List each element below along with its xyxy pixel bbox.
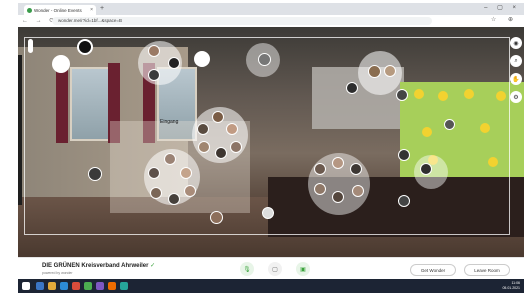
get-wonder-label: Get Wonder xyxy=(420,267,446,273)
user-avatar[interactable] xyxy=(88,167,102,181)
taskbar-app-icon[interactable] xyxy=(108,282,116,290)
taskbar-app-icon[interactable] xyxy=(96,282,104,290)
wonder-room-canvas[interactable]: Eingang ◉ ⌕ ✋ ⚙ xyxy=(18,27,524,257)
tab-close-icon[interactable]: × xyxy=(90,7,93,13)
org-extra-icon: ✓ xyxy=(150,263,156,269)
user-avatar[interactable] xyxy=(332,157,344,169)
taskbar-date: 05.01.2021 xyxy=(502,286,520,290)
user-avatar[interactable] xyxy=(226,123,238,135)
taskbar-app-icon[interactable] xyxy=(36,282,44,290)
org-name-bold: DIE GRÜNEN xyxy=(42,263,80,269)
window-controls[interactable]: – ▢ × xyxy=(484,4,520,11)
windows-start-icon[interactable] xyxy=(22,282,30,290)
user-avatar[interactable] xyxy=(230,141,242,153)
user-avatar[interactable] xyxy=(262,207,274,219)
user-avatar[interactable] xyxy=(314,183,326,195)
room-toolbar: ◉ ⌕ ✋ ⚙ xyxy=(508,37,524,109)
taskbar-clock: 11:06 05.01.2021 xyxy=(502,281,520,291)
camera-off-icon[interactable]: ▢ xyxy=(268,262,282,276)
taskbar-app-icon[interactable] xyxy=(72,282,80,290)
url-field[interactable]: wonder.me/r?id=1bf...&space=B xyxy=(52,17,432,25)
org-name-rest: Kreisverband Ahrweiler xyxy=(79,263,149,269)
user-avatar[interactable] xyxy=(164,153,176,165)
user-avatar[interactable] xyxy=(180,167,192,179)
user-avatar[interactable] xyxy=(215,147,227,159)
user-avatar[interactable] xyxy=(168,193,180,205)
windows-taskbar: 11:06 05.01.2021 xyxy=(18,279,524,293)
user-avatar[interactable] xyxy=(148,45,160,57)
user-avatar[interactable] xyxy=(352,185,364,197)
user-avatar[interactable] xyxy=(77,39,93,55)
user-avatar[interactable] xyxy=(398,195,410,207)
leave-room-label: Leave Room xyxy=(474,267,500,273)
user-avatar[interactable] xyxy=(194,51,210,67)
user-avatar[interactable] xyxy=(350,163,362,175)
tab-title: Wonder - Online Events xyxy=(34,7,82,13)
user-avatar[interactable] xyxy=(197,123,209,135)
user-avatar[interactable] xyxy=(150,187,162,199)
user-avatar[interactable] xyxy=(368,65,381,78)
left-edge xyxy=(18,55,22,205)
taskbar-app-icon[interactable] xyxy=(48,282,56,290)
taskbar-app-icon[interactable] xyxy=(120,282,128,290)
search-icon[interactable]: ⌕ xyxy=(510,55,522,67)
settings-icon[interactable]: ⚙ xyxy=(510,91,522,103)
taskbar-app-icon[interactable] xyxy=(60,282,68,290)
user-avatar[interactable] xyxy=(396,89,408,101)
wonder-favicon-icon xyxy=(27,7,32,13)
user-avatar[interactable] xyxy=(398,149,410,161)
user-avatar[interactable] xyxy=(198,141,210,153)
browser-tabbar: Wonder - Online Events × + – ▢ × xyxy=(18,3,524,15)
user-avatar[interactable] xyxy=(212,111,224,123)
taskbar-app-icon[interactable] xyxy=(84,282,92,290)
user-avatar[interactable] xyxy=(148,167,160,179)
user-avatar[interactable] xyxy=(258,53,271,66)
powered-by: powered by wonder xyxy=(42,271,73,275)
zoom-control[interactable] xyxy=(28,39,33,53)
user-avatar[interactable] xyxy=(346,82,358,94)
leave-room-button[interactable]: Leave Room xyxy=(464,264,510,276)
user-avatar[interactable] xyxy=(314,163,326,175)
user-avatar[interactable] xyxy=(384,65,396,77)
user-avatar[interactable] xyxy=(148,69,160,81)
user-avatar[interactable] xyxy=(332,191,344,203)
new-tab-button[interactable]: + xyxy=(100,5,104,12)
user-avatar[interactable] xyxy=(184,185,196,197)
microphone-icon[interactable]: 🎙 xyxy=(240,262,254,276)
circle-label: Eingang xyxy=(160,119,179,125)
browser-tab[interactable]: Wonder - Online Events × xyxy=(24,5,96,15)
user-avatar[interactable] xyxy=(210,211,223,224)
screenshare-icon[interactable]: ▣ xyxy=(296,262,310,276)
person-icon[interactable]: ◉ xyxy=(510,37,522,49)
hand-icon[interactable]: ✋ xyxy=(510,73,522,85)
get-wonder-button[interactable]: Get Wonder xyxy=(410,264,456,276)
screenshot-frame: Wonder - Online Events × + – ▢ × ← → ⟳ w… xyxy=(0,0,528,293)
user-avatar[interactable] xyxy=(168,57,180,69)
user-avatar[interactable] xyxy=(52,55,70,73)
org-title: DIE GRÜNEN Kreisverband Ahrweiler ✓ xyxy=(42,262,155,269)
address-bar-icons[interactable]: ☆ ⊕ xyxy=(491,16,518,23)
room-footer: DIE GRÜNEN Kreisverband Ahrweiler ✓ powe… xyxy=(18,257,524,280)
user-avatar[interactable] xyxy=(444,119,455,130)
user-avatar[interactable] xyxy=(420,163,432,175)
